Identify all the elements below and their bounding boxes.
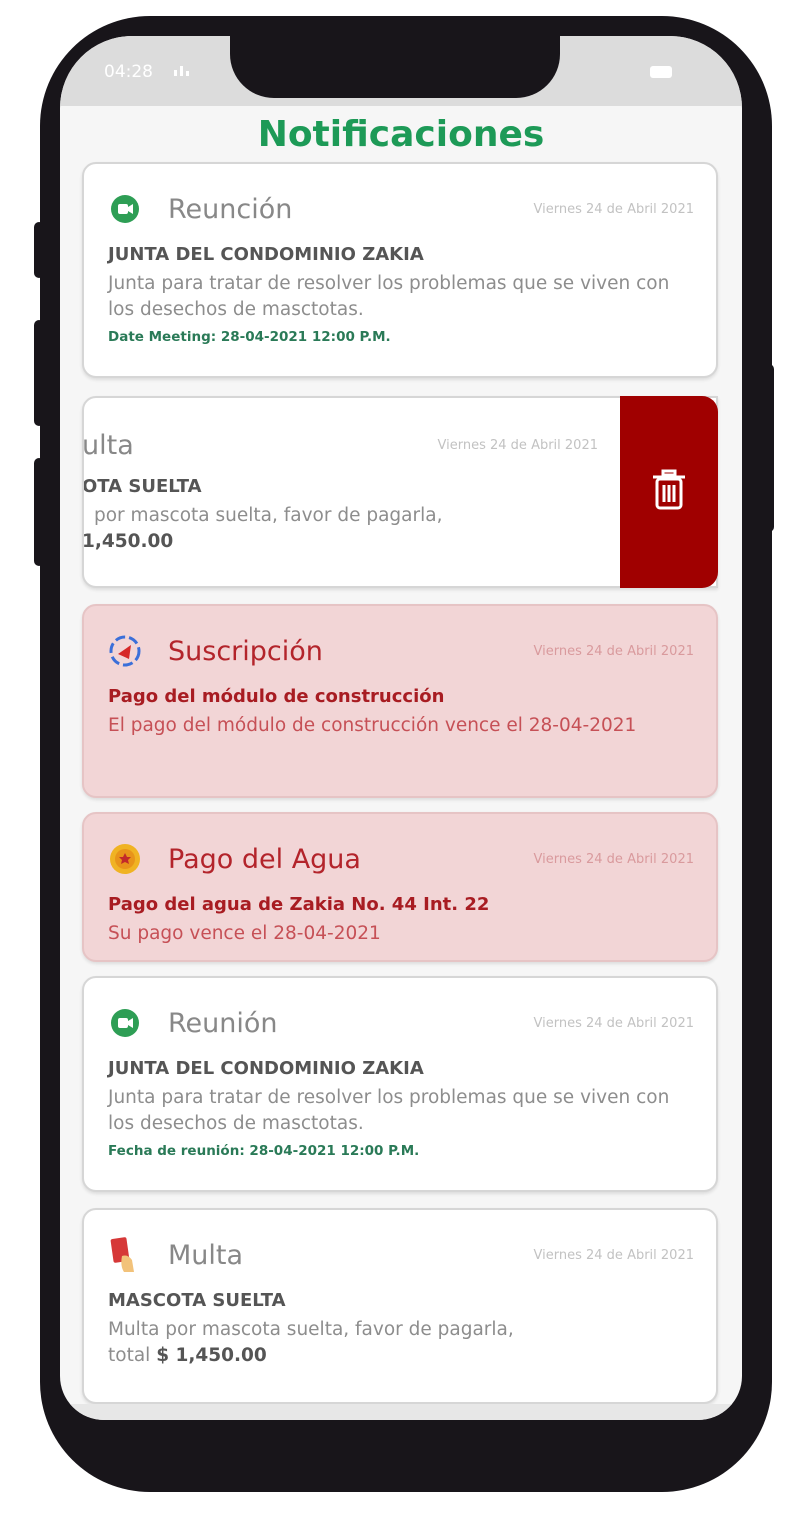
notification-subject: JUNTA DEL CONDOMINIO ZAKIA: [108, 1058, 424, 1079]
notification-body: por mascota suelta, favor de pagarla,: [94, 505, 443, 526]
subscription-icon: [108, 634, 142, 668]
notification-date: Viernes 24 de Abril 2021: [533, 851, 694, 867]
notification-card[interactable]: Reunión Viernes 24 de Abril 2021 JUNTA D…: [82, 976, 718, 1192]
meet-icon: [108, 1006, 142, 1040]
delete-button[interactable]: [620, 396, 718, 588]
notification-total: 1,450.00: [82, 531, 174, 552]
notification-type: Pago del Agua: [168, 843, 361, 875]
notification-subject: JUNTA DEL CONDOMINIO ZAKIA: [108, 244, 424, 265]
signal-icon: [174, 66, 189, 76]
notification-total: $ 1,450.00: [156, 1345, 267, 1366]
meet-icon: [108, 192, 142, 226]
page-title: Notificaciones: [257, 114, 545, 155]
notification-body: El pago del módulo de construcción vence…: [108, 715, 637, 736]
bottom-edge: [60, 1404, 742, 1420]
total-label: total: [108, 1345, 151, 1366]
notification-date: Viernes 24 de Abril 2021: [533, 1015, 694, 1031]
notification-card[interactable]: Pago del Agua Viernes 24 de Abril 2021 P…: [82, 812, 718, 962]
battery-icon: [650, 66, 672, 78]
notification-body: Junta para tratar de resolver los proble…: [108, 273, 670, 320]
phone-screen: 04:28 Notificaciones Reunción Viernes 24…: [60, 36, 742, 1420]
notification-date: Viernes 24 de Abril 2021: [437, 437, 598, 453]
notification-subject: Pago del agua de Zakia No. 44 Int. 22: [108, 894, 490, 915]
notification-type: Reunción: [168, 193, 293, 225]
trash-icon: [651, 469, 687, 515]
notification-body: Su pago vence el 28-04-2021: [108, 923, 381, 944]
coin-icon: [108, 842, 142, 876]
notification-card[interactable]: Reunción Viernes 24 de Abril 2021 JUNTA …: [82, 162, 718, 378]
meeting-date: Fecha de reunión: 28-04-2021 12:00 P.M.: [108, 1143, 420, 1159]
notification-card[interactable]: Suscripción Viernes 24 de Abril 2021 Pag…: [82, 604, 718, 798]
notification-subject: Pago del módulo de construcción: [108, 686, 445, 707]
notification-date: Viernes 24 de Abril 2021: [533, 201, 694, 217]
status-time: 04:28: [104, 62, 153, 82]
notification-body: Junta para tratar de resolver los proble…: [108, 1087, 670, 1134]
swiped-notification[interactable]: ulta Viernes 24 de Abril 2021 OTA SUELTA…: [82, 396, 718, 588]
notification-type: ulta: [82, 429, 134, 461]
red-card-icon: [108, 1237, 142, 1272]
notification-type: Multa: [168, 1239, 244, 1271]
notification-date: Viernes 24 de Abril 2021: [533, 1247, 694, 1263]
notification-type: Reunión: [168, 1007, 278, 1039]
meeting-date: Date Meeting: 28-04-2021 12:00 P.M.: [108, 329, 391, 345]
notification-subject: MASCOTA SUELTA: [108, 1290, 286, 1311]
notification-card[interactable]: Multa Viernes 24 de Abril 2021 MASCOTA S…: [82, 1208, 718, 1404]
notification-date: Viernes 24 de Abril 2021: [533, 643, 694, 659]
notification-body: Multa por mascota suelta, favor de pagar…: [108, 1319, 514, 1340]
notification-subject: OTA SUELTA: [82, 476, 202, 497]
notification-type: Suscripción: [168, 635, 323, 667]
notch: [230, 36, 560, 98]
